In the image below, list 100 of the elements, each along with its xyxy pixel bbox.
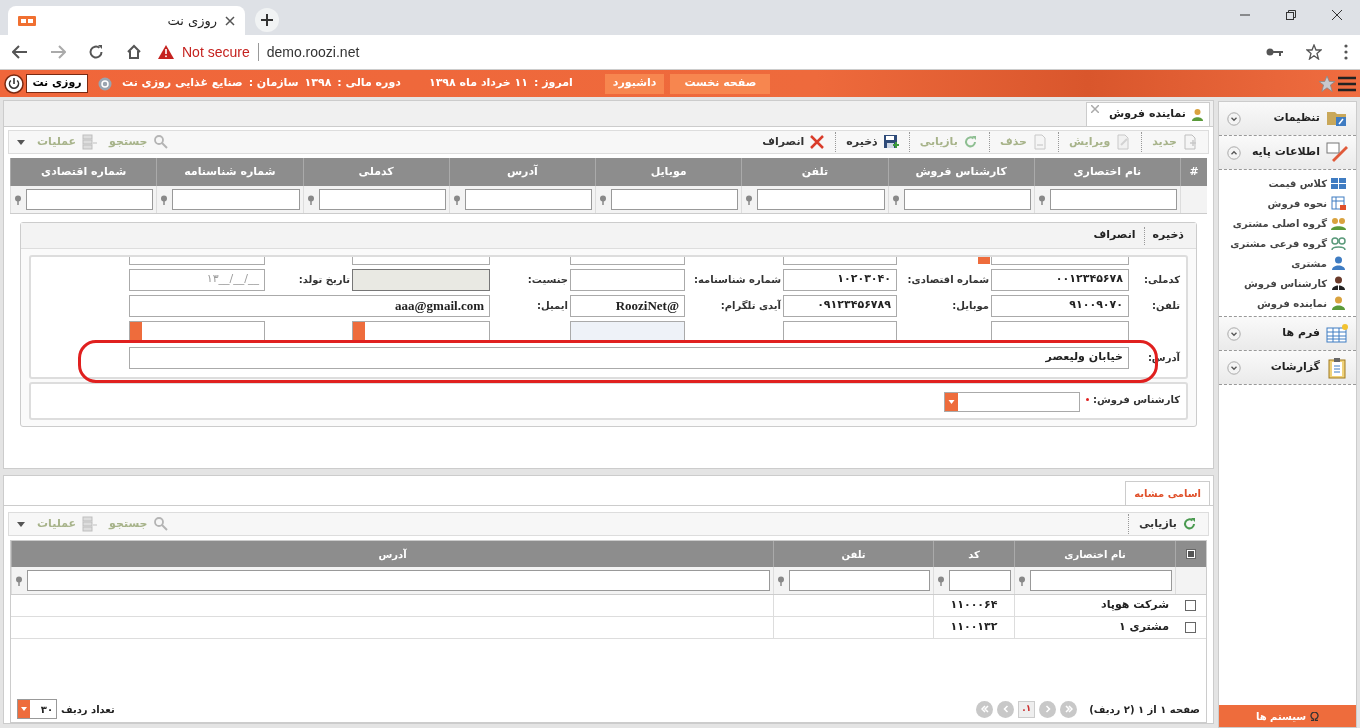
filter-icon[interactable]: [15, 575, 23, 586]
filter-field[interactable]: [789, 570, 930, 591]
expand-icon[interactable]: [1227, 111, 1241, 126]
input-field[interactable]: aaa@gmail.com: [129, 294, 490, 317]
select-all-checkbox[interactable]: [1186, 549, 1196, 559]
cancel-button[interactable]: انصراف: [756, 132, 832, 152]
refresh-button[interactable]: بازیابی: [1132, 514, 1204, 534]
input-field[interactable]: [352, 257, 490, 265]
filter-icon[interactable]: [160, 194, 169, 205]
input-field[interactable]: [570, 320, 685, 343]
menu-icon[interactable]: [1338, 75, 1356, 92]
back-icon[interactable]: [12, 45, 28, 59]
dropdown-field[interactable]: [943, 392, 1080, 412]
sidebar-item[interactable]: گروه فرعی مشتری: [1219, 233, 1356, 253]
next-page-button[interactable]: [997, 700, 1015, 718]
expand-icon[interactable]: [1227, 360, 1241, 375]
rows-per-page-label: تعداد ردیف: [61, 702, 115, 717]
filter-icon[interactable]: [306, 194, 315, 205]
sidebar-section-header[interactable]: گزارشات: [1219, 351, 1356, 385]
filter-field[interactable]: [611, 189, 739, 210]
filter-icon[interactable]: [937, 575, 945, 586]
favorites-star-icon[interactable]: [1318, 74, 1336, 93]
filter-field[interactable]: [27, 570, 770, 591]
dropdown-button[interactable]: [353, 321, 365, 342]
input-field[interactable]: [783, 320, 897, 343]
row-checkbox[interactable]: [1185, 622, 1196, 633]
input-field[interactable]: ۹۱۰۰۹۰۷۰: [991, 294, 1129, 317]
tab[interactable]: اسامی مشابه: [1125, 481, 1210, 505]
new-tab-button[interactable]: [255, 8, 279, 32]
caret-icon[interactable]: [17, 521, 25, 527]
first-page-button[interactable]: [1060, 700, 1078, 718]
form-action-button[interactable]: انصراف: [1085, 227, 1144, 244]
collapse-icon[interactable]: [1227, 145, 1241, 160]
key-icon[interactable]: [1266, 47, 1284, 57]
filter-field[interactable]: [26, 189, 154, 210]
input-field[interactable]: ۱۰۲۰۳۰۴۰: [783, 268, 897, 291]
sidebar-item[interactable]: کارشناس فروش: [1219, 273, 1356, 293]
user-field[interactable]: روزی نت: [26, 74, 88, 93]
filter-field[interactable]: [318, 189, 446, 210]
sidebar-item[interactable]: نحوه فروش: [1219, 193, 1356, 213]
settings-icon[interactable]: [98, 76, 112, 91]
input-field[interactable]: خیابان ولیعصر: [129, 346, 1129, 369]
sidebar-item[interactable]: نماینده فروش: [1219, 293, 1356, 313]
sidebar-section-header[interactable]: اطلاعات پایه: [1219, 136, 1356, 170]
row-checkbox[interactable]: [1185, 600, 1196, 611]
filter-field[interactable]: [1049, 189, 1177, 210]
power-icon[interactable]: [4, 73, 24, 94]
document-tab[interactable]: نماینده فروش: [1086, 102, 1210, 126]
input-field[interactable]: [570, 268, 685, 291]
filter-icon[interactable]: [1018, 575, 1026, 586]
input-field[interactable]: RooziNet@: [570, 294, 685, 317]
input-field[interactable]: [352, 320, 490, 343]
rows-per-page-select[interactable]: ۳۰: [17, 699, 57, 719]
reload-icon[interactable]: [88, 44, 104, 60]
stack-icon: [81, 134, 98, 150]
sidebar-item[interactable]: کلاس قیمت: [1219, 173, 1356, 193]
filter-icon[interactable]: [14, 194, 22, 205]
filter-icon[interactable]: [891, 194, 900, 205]
search-icon: [152, 134, 169, 150]
caret-icon[interactable]: [17, 139, 25, 145]
sidebar-item[interactable]: مشتری: [1219, 253, 1356, 273]
filter-icon[interactable]: [745, 194, 754, 205]
filter-field[interactable]: [949, 570, 1011, 591]
filter-field[interactable]: [172, 189, 300, 210]
sidebar-item[interactable]: گروه اصلی مشتری: [1219, 213, 1356, 233]
filter-icon[interactable]: [599, 194, 607, 205]
filter-icon[interactable]: [777, 575, 785, 586]
filter-field[interactable]: [903, 189, 1031, 210]
more-options-icon[interactable]: [1344, 44, 1348, 60]
previous-page-button[interactable]: [1039, 700, 1057, 718]
filter-field[interactable]: [1030, 570, 1172, 591]
sidebar-section-header[interactable]: تنظیمات: [1219, 102, 1356, 136]
input-field[interactable]: [129, 320, 265, 343]
expand-icon[interactable]: [1227, 326, 1241, 341]
input-field[interactable]: [991, 320, 1129, 343]
bookmark-star-icon[interactable]: [1306, 44, 1322, 60]
close-icon[interactable]: [225, 15, 235, 26]
home-icon[interactable]: [126, 44, 142, 60]
input-field[interactable]: [129, 257, 265, 265]
input-field[interactable]: ۰۰۱۲۳۴۵۶۷۸: [991, 268, 1129, 291]
input-field[interactable]: [783, 257, 897, 265]
filter-icon[interactable]: [452, 194, 461, 205]
last-page-button[interactable]: [976, 700, 994, 718]
fiscal-year: ۱۳۹۸: [304, 75, 332, 92]
input-field[interactable]: ۰۹۱۲۳۴۵۶۷۸۹: [783, 294, 897, 317]
current-page[interactable]: ۱.: [1018, 700, 1036, 718]
filter-field[interactable]: [464, 189, 592, 210]
browser-tab[interactable]: روزی نت: [8, 6, 245, 35]
forward-icon[interactable]: [50, 45, 66, 59]
filter-icon[interactable]: [1037, 194, 1046, 205]
url-text[interactable]: demo.roozi.net: [266, 41, 360, 63]
close-icon[interactable]: [1332, 10, 1342, 20]
edit-document-icon: [1115, 134, 1132, 150]
dropdown-button[interactable]: [130, 321, 142, 342]
restore-icon[interactable]: [1286, 10, 1296, 20]
filter-field[interactable]: [757, 189, 885, 210]
input-field[interactable]: [570, 257, 685, 265]
form-action-button[interactable]: ذخیره: [1144, 227, 1192, 244]
save-button[interactable]: ذخیره: [840, 132, 905, 152]
sidebar-section-header[interactable]: فرم ها: [1219, 317, 1356, 351]
